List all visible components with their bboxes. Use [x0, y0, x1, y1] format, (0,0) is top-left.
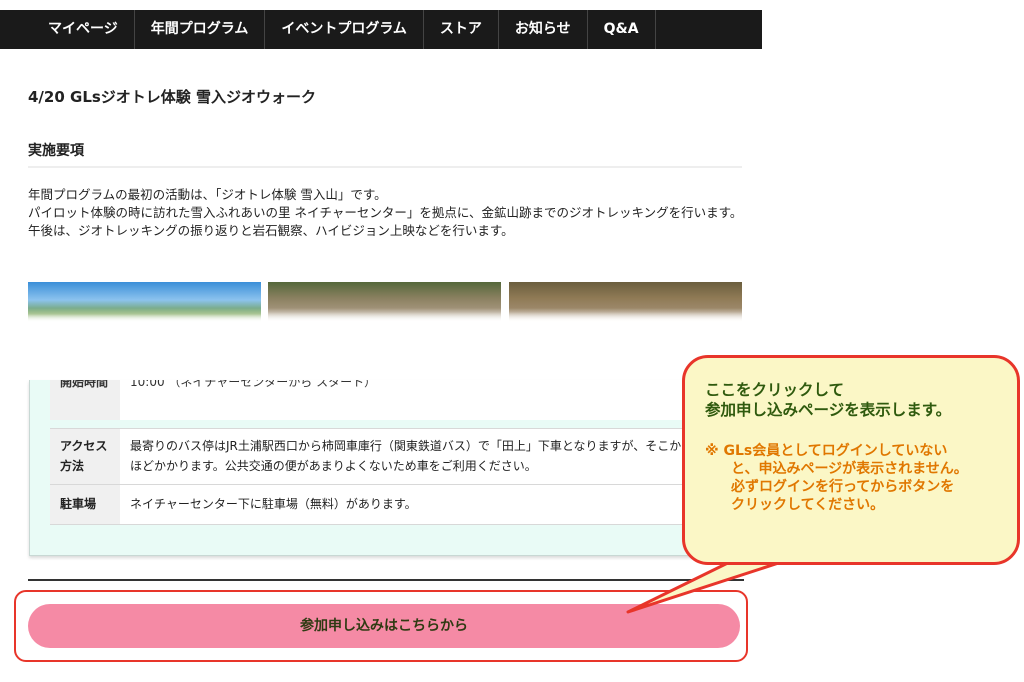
body-paragraph: 年間プログラムの最初の活動は、「ジオトレ体験 雪入山」です。	[28, 187, 387, 202]
photo-sky-forest	[28, 282, 261, 322]
nav-item-qa[interactable]: Q&A	[588, 10, 656, 49]
nav-item-annual-program[interactable]: 年間プログラム	[135, 10, 266, 49]
apply-button[interactable]: 参加申し込みはこちらから	[28, 604, 740, 648]
body-paragraph: パイロット体験の時に訪れた雪入ふれあいの里 ネイチャーセンター」を拠点に、金鉱山…	[28, 205, 743, 220]
table-row: アクセス方法 最寄りのバス停はJR土浦駅西口から柿岡車庫行（関東鉄道バス）で「田…	[50, 428, 763, 485]
row-value: ネイチャーセンター下に駐車場（無料）があります。	[120, 484, 763, 525]
callout-note-line: クリックしてください。	[731, 497, 885, 513]
content-divider	[28, 579, 744, 581]
callout-note-line: 必ずログインを行ってからボタンを	[731, 479, 955, 495]
info-panel: 開始時間 10:00 （ネイチャーセンターから スタート） アクセス方法 最寄り…	[29, 380, 763, 556]
row-value: 最寄りのバス停はJR土浦駅西口から柿岡車庫行（関東鉄道バス）で「田上」下車となり…	[120, 428, 763, 485]
section-divider	[28, 166, 742, 168]
photo-rocky-path	[509, 282, 742, 322]
row-label: 駐車場	[50, 484, 120, 525]
section-body: 年間プログラムの最初の活動は、「ジオトレ体験 雪入山」です。 パイロット体験の時…	[28, 186, 744, 240]
callout-note-line: と、申込みページが表示されません。	[731, 461, 968, 477]
photo-forest-trail	[268, 282, 501, 322]
top-nav: マイページ 年間プログラム イベントプログラム ストア お知らせ Q&A	[0, 10, 762, 49]
body-paragraph: 午後は、ジオトレッキングの振り返りと岩石観察、ハイビジョン上映などを行います。	[28, 223, 514, 238]
nav-item-event-program[interactable]: イベントプログラム	[265, 10, 424, 49]
row-label: 開始時間	[50, 380, 120, 421]
section-heading: 実施要項	[28, 143, 84, 159]
row-value: 10:00 （ネイチャーセンターから スタート）	[120, 380, 763, 421]
callout-line: 参加申し込みページを表示します。	[705, 401, 952, 419]
row-label: アクセス方法	[50, 428, 120, 485]
callout-line: ここをクリックして	[705, 381, 845, 399]
table-row: 駐車場 ネイチャーセンター下に駐車場（無料）があります。	[50, 484, 763, 525]
nav-item-news[interactable]: お知らせ	[499, 10, 588, 49]
callout-bubble: ここをクリックして 参加申し込みページを表示します。 ※ GLs会員としてログイ…	[682, 355, 1020, 565]
callout-note: ※ GLs会員としてログインしていない と、申込みページが表示されません。 必ず…	[705, 442, 997, 514]
info-table: 開始時間 10:00 （ネイチャーセンターから スタート） アクセス方法 最寄り…	[50, 380, 763, 525]
nav-item-mypage[interactable]: マイページ	[0, 10, 135, 49]
callout-main-text: ここをクリックして 参加申し込みページを表示します。	[705, 380, 997, 420]
nav-item-store[interactable]: ストア	[424, 10, 499, 49]
page-title: 4/20 GLsジオトレ体験 雪入ジオウォーク	[28, 88, 317, 106]
callout-note-line: ※ GLs会員としてログインしていない	[705, 443, 948, 459]
table-row: 開始時間 10:00 （ネイチャーセンターから スタート）	[50, 380, 763, 428]
